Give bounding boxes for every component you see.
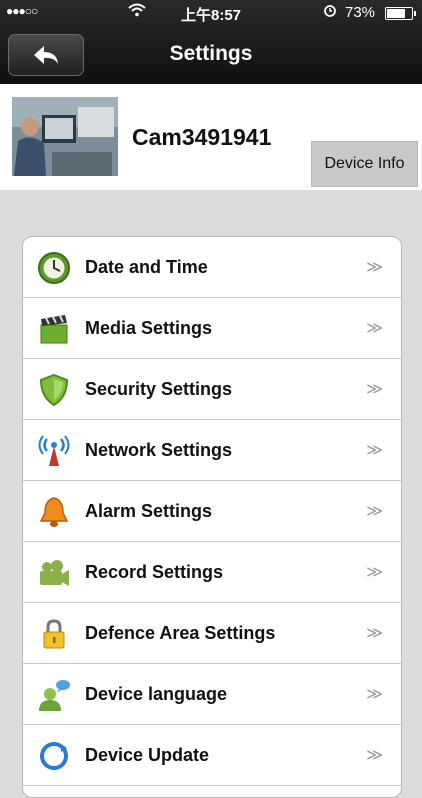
menu-item-media-settings[interactable]: Media Settings ≫ bbox=[23, 298, 401, 359]
shield-icon bbox=[37, 373, 71, 407]
update-icon bbox=[37, 739, 71, 773]
chevron-right-icon: ≫ bbox=[366, 625, 383, 642]
device-header: Cam3491941 Device Info bbox=[0, 84, 422, 190]
menu-item-date-time[interactable]: Date and Time ≫ bbox=[23, 237, 401, 298]
chevron-right-icon: ≫ bbox=[366, 259, 383, 276]
alarm-clock-icon bbox=[323, 3, 337, 20]
chevron-right-icon: ≫ bbox=[366, 564, 383, 581]
menu-item-label: Security Settings bbox=[85, 379, 233, 399]
status-bar: ●●●○○ 上午8:57 73% bbox=[0, 0, 422, 26]
menu-item-security-settings[interactable]: Security Settings ≫ bbox=[23, 359, 401, 420]
chevron-right-icon: ≫ bbox=[366, 320, 383, 337]
bell-icon bbox=[37, 495, 71, 529]
chevron-right-icon: ≫ bbox=[366, 503, 383, 520]
menu-item-defence-area-settings[interactable]: Defence Area Settings ≫ bbox=[23, 603, 401, 664]
menu-item-label: Device Update bbox=[85, 745, 210, 765]
top-bar: ●●●○○ 上午8:57 73% Settings bbox=[0, 0, 422, 84]
device-info-button[interactable]: Device Info bbox=[311, 141, 418, 187]
menu-item-label: Date and Time bbox=[85, 257, 208, 277]
page-title: Settings bbox=[169, 42, 253, 65]
menu-item-label: Network Settings bbox=[85, 440, 233, 460]
settings-list: Date and Time ≫ Media Settings ≫ Securit… bbox=[22, 236, 402, 798]
speech-user-icon bbox=[37, 678, 71, 712]
menu-item-record-settings[interactable]: Record Settings ≫ bbox=[23, 542, 401, 603]
menu-item-label: Media Settings bbox=[85, 318, 213, 338]
chevron-right-icon: ≫ bbox=[366, 686, 383, 703]
battery-icon bbox=[385, 7, 416, 20]
clock-icon bbox=[37, 251, 71, 285]
menu-item-label: Alarm Settings bbox=[85, 501, 213, 521]
menu-item-label: Record Settings bbox=[85, 562, 224, 582]
menu-item-device-update[interactable]: Device Update ≫ bbox=[23, 725, 401, 786]
menu-item-alarm-settings[interactable]: Alarm Settings ≫ bbox=[23, 481, 401, 542]
menu-item-label: Defence Area Settings bbox=[85, 623, 276, 643]
menu-item-device-language[interactable]: Device language ≫ bbox=[23, 664, 401, 725]
chevron-right-icon: ≫ bbox=[366, 381, 383, 398]
menu-item-label: Device language bbox=[85, 684, 228, 704]
chevron-right-icon: ≫ bbox=[366, 442, 383, 459]
lock-icon bbox=[37, 617, 71, 651]
video-camera-icon bbox=[37, 556, 71, 590]
device-name: Cam3491941 bbox=[132, 124, 272, 150]
menu-item-network-settings[interactable]: Network Settings ≫ bbox=[23, 420, 401, 481]
antenna-icon bbox=[37, 434, 71, 468]
battery-percentage: 73% bbox=[345, 4, 376, 21]
chevron-right-icon: ≫ bbox=[366, 747, 383, 764]
clapperboard-icon bbox=[37, 312, 71, 346]
camera-snapshot[interactable] bbox=[12, 97, 118, 176]
